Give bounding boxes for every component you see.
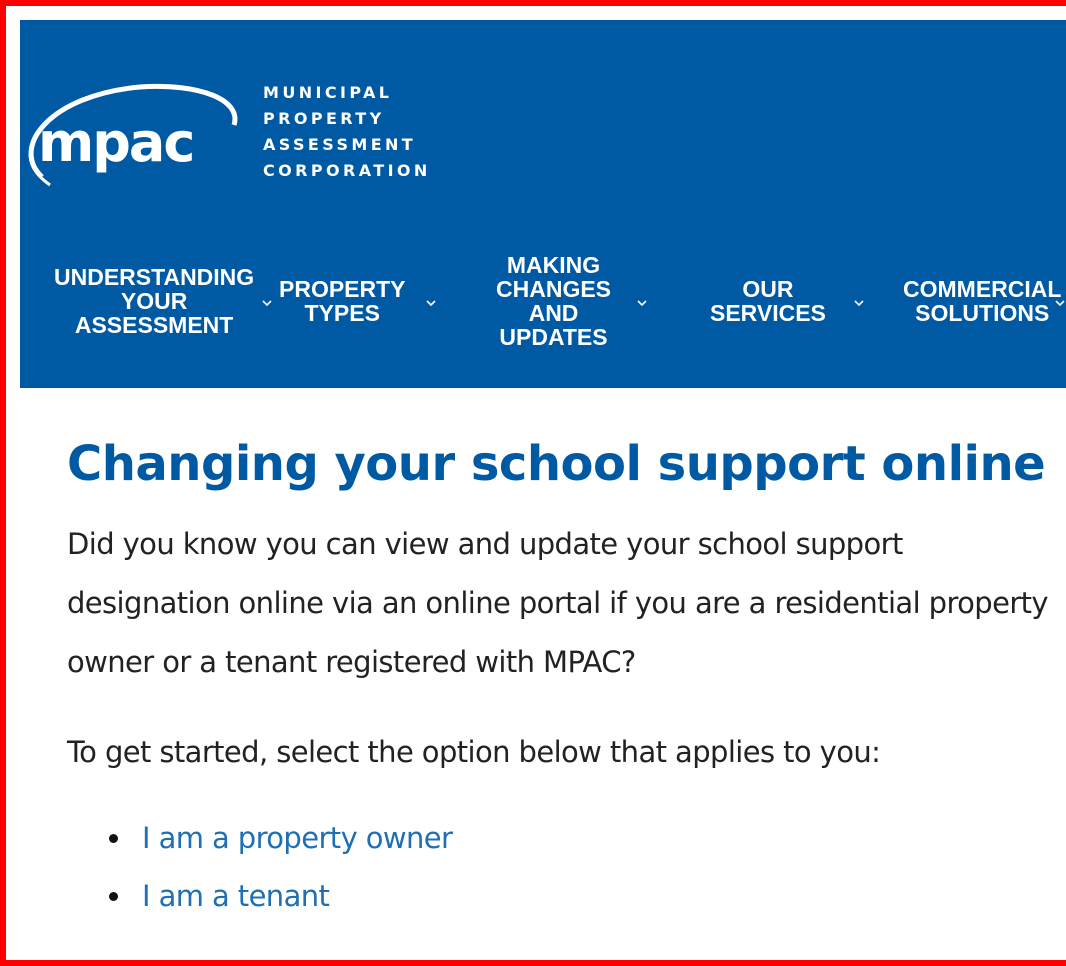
nav-label: OUR SERVICES [710,276,826,326]
highlight-frame: mpac MUNICIPAL PROPERTY ASSESSMENT CORPO… [0,0,1066,966]
mpac-logo[interactable]: mpac [20,75,260,200]
chevron-down-icon [854,287,864,311]
logo-wordmark: mpac [38,111,193,174]
nav-our-services[interactable]: OUR SERVICES [710,242,864,360]
bullet-icon [109,834,118,843]
mpac-logo-graphic: mpac [28,83,238,187]
intro-paragraph: Did you know you can view and update you… [67,527,1049,679]
instruction-text: To get started, select the option below … [67,735,881,769]
nav-label: MAKING CHANGES AND UPDATES [496,252,612,350]
chevron-down-icon [262,287,272,311]
list-item: I am a tenant [67,867,452,925]
nav-label: PROPERTY TYPES [279,276,406,326]
nav-making-changes-and-updates[interactable]: MAKING CHANGES AND UPDATES [496,242,647,360]
site-header: mpac MUNICIPAL PROPERTY ASSESSMENT CORPO… [20,20,1066,388]
main-content: Changing your school support online Did … [67,426,1066,913]
tagline-line: ASSESSMENT [263,135,417,154]
nav-label: COMMERCIAL SOLUTIONS [903,276,1062,326]
tagline-line: CORPORATION [263,161,431,180]
page-title: Changing your school support online [67,436,1046,492]
option-list: I am a property owner I am a tenant [67,809,453,925]
bullet-icon [109,892,118,901]
chevron-down-icon [425,287,436,311]
nav-label: UNDERSTANDING YOUR ASSESSMENT [54,264,255,338]
tagline-line: MUNICIPAL [263,83,393,102]
nav-commercial-solutions[interactable]: COMMERCIAL SOLUTIONS [903,242,1066,360]
nav-understanding-your-assessment[interactable]: UNDERSTANDING YOUR ASSESSMENT [54,242,272,360]
logo-tagline: MUNICIPAL PROPERTY ASSESSMENT CORPORATIO… [263,80,431,184]
tenant-link[interactable]: I am a tenant [142,879,330,913]
chevron-down-icon [1055,287,1066,311]
chevron-down-icon [637,287,647,311]
property-owner-link[interactable]: I am a property owner [142,821,453,855]
tagline-line: PROPERTY [263,109,385,128]
nav-property-types[interactable]: PROPERTY TYPES [279,242,436,360]
list-item: I am a property owner [67,809,453,867]
